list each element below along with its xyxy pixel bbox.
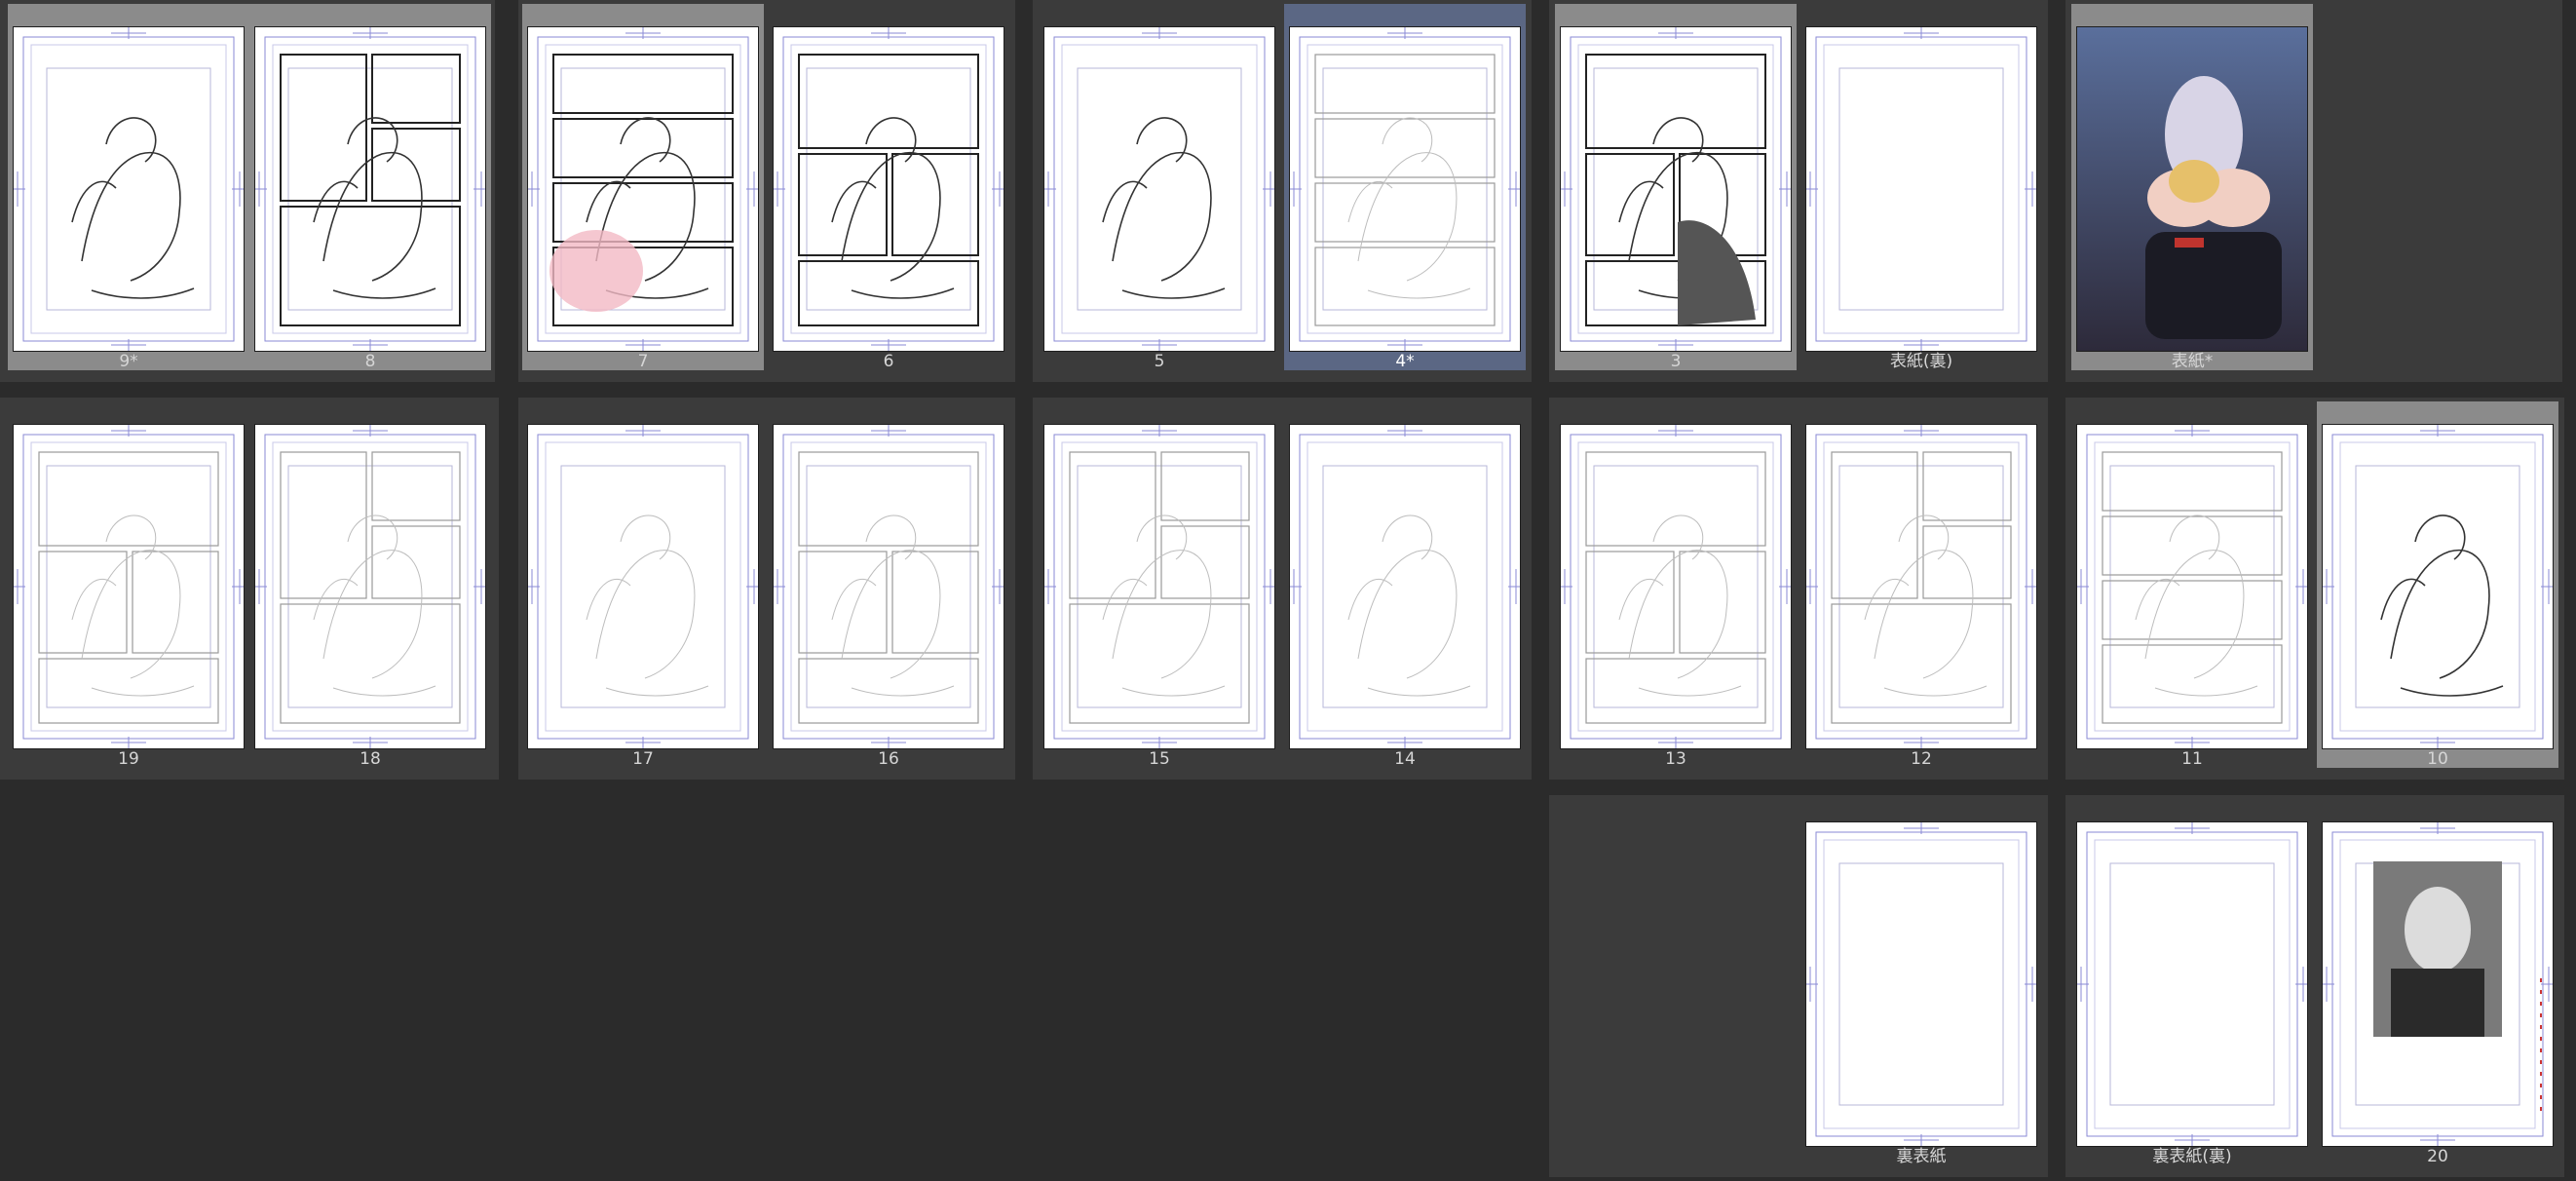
page-17[interactable]: 17 (522, 401, 764, 768)
thumbnail-art (2323, 425, 2553, 748)
page-thumbnail (528, 425, 758, 748)
page-thumbnail (2077, 822, 2307, 1146)
page-label: 裏表紙(裏) (2152, 1147, 2232, 1166)
page-15[interactable]: 15 (1039, 401, 1280, 768)
page-label: 17 (632, 749, 654, 769)
page-label: 19 (118, 749, 139, 769)
page-16[interactable]: 16 (768, 401, 1009, 768)
page-thumbnail (255, 425, 485, 748)
page-thumbnail (2323, 425, 2553, 748)
thumbnail-art (255, 27, 485, 351)
page-thumbnail (1044, 425, 1274, 748)
page-label: 12 (1911, 749, 1932, 769)
page-label: 10 (2427, 749, 2448, 769)
thumbnail-art (1806, 822, 2036, 1146)
thumbnail-art (2077, 822, 2307, 1146)
page-back-cover-inner[interactable]: 裏表紙(裏) (2071, 799, 2313, 1165)
page-label: 4* (1395, 352, 1415, 371)
page-thumbnail (1561, 27, 1791, 351)
thumbnail-art (1044, 425, 1274, 748)
page-label: 9* (119, 352, 138, 371)
page-back-cover[interactable]: 裏表紙 (1800, 799, 2042, 1165)
thumbnail-art (1290, 425, 1520, 748)
page-thumbnail (2323, 822, 2553, 1146)
thumbnail-art (1806, 27, 2036, 351)
page-9[interactable]: 9* (8, 4, 249, 370)
page-14[interactable]: 14 (1284, 401, 1526, 768)
page-label: 裏表紙 (1896, 1147, 1947, 1166)
page-thumbnail (1290, 27, 1520, 351)
page-label: 20 (2427, 1147, 2448, 1166)
page-18[interactable]: 18 (249, 401, 491, 768)
page-label: 8 (364, 352, 376, 371)
page-10[interactable]: 10 (2317, 401, 2558, 768)
page-label: 6 (883, 352, 894, 371)
page-19[interactable]: 19 (8, 401, 249, 768)
page-label: 15 (1149, 749, 1170, 769)
page-7[interactable]: 7 (522, 4, 764, 370)
page-5[interactable]: 5 (1039, 4, 1280, 370)
thumbnail-art (1561, 425, 1791, 748)
page-thumbnail (2077, 27, 2307, 351)
page-label: 14 (1394, 749, 1416, 769)
thumbnail-art (255, 425, 485, 748)
page-manager-board: 9* 8 7 6 5 4* 3 表紙(裏) 表紙* 19 18 17 16 15… (0, 0, 2576, 1181)
page-11[interactable]: 11 (2071, 401, 2313, 768)
page-label: 13 (1665, 749, 1686, 769)
thumbnail-art (1290, 27, 1520, 351)
thumbnail-art (1806, 425, 2036, 748)
thumbnail-art (14, 27, 244, 351)
page-thumbnail (1561, 425, 1791, 748)
page-thumbnail (14, 425, 244, 748)
thumbnail-art (2077, 425, 2307, 748)
page-8[interactable]: 8 (249, 4, 491, 370)
page-cover[interactable]: 表紙* (2071, 4, 2313, 370)
page-12[interactable]: 12 (1800, 401, 2042, 768)
page-label: 18 (360, 749, 381, 769)
page-thumbnail (1290, 425, 1520, 748)
page-thumbnail (1806, 425, 2036, 748)
thumbnail-art (1561, 27, 1791, 351)
thumbnail-art (2077, 27, 2307, 351)
page-thumbnail (1806, 27, 2036, 351)
page-20[interactable]: 20 (2317, 799, 2558, 1165)
page-label: 5 (1154, 352, 1165, 371)
page-4[interactable]: 4* (1284, 4, 1526, 370)
page-3[interactable]: 3 (1555, 4, 1797, 370)
page-thumbnail (2077, 425, 2307, 748)
thumbnail-art (528, 425, 758, 748)
page-label: 7 (637, 352, 649, 371)
page-label: 16 (878, 749, 899, 769)
page-thumbnail (255, 27, 485, 351)
page-thumbnail (14, 27, 244, 351)
page-thumbnail (774, 27, 1004, 351)
page-thumbnail (1806, 822, 2036, 1146)
page-thumbnail (528, 27, 758, 351)
thumbnail-art (528, 27, 758, 351)
page-thumbnail (774, 425, 1004, 748)
page-cover-inner[interactable]: 表紙(裏) (1800, 4, 2042, 370)
thumbnail-art (14, 425, 244, 748)
thumbnail-art (1044, 27, 1274, 351)
page-label: 3 (1670, 352, 1682, 371)
thumbnail-art (2323, 822, 2553, 1146)
page-13[interactable]: 13 (1555, 401, 1797, 768)
page-thumbnail (1044, 27, 1274, 351)
page-label: 11 (2181, 749, 2203, 769)
thumbnail-art (774, 425, 1004, 748)
thumbnail-art (774, 27, 1004, 351)
page-label: 表紙(裏) (1889, 352, 1953, 371)
page-6[interactable]: 6 (768, 4, 1009, 370)
page-label: 表紙* (2171, 352, 2214, 371)
